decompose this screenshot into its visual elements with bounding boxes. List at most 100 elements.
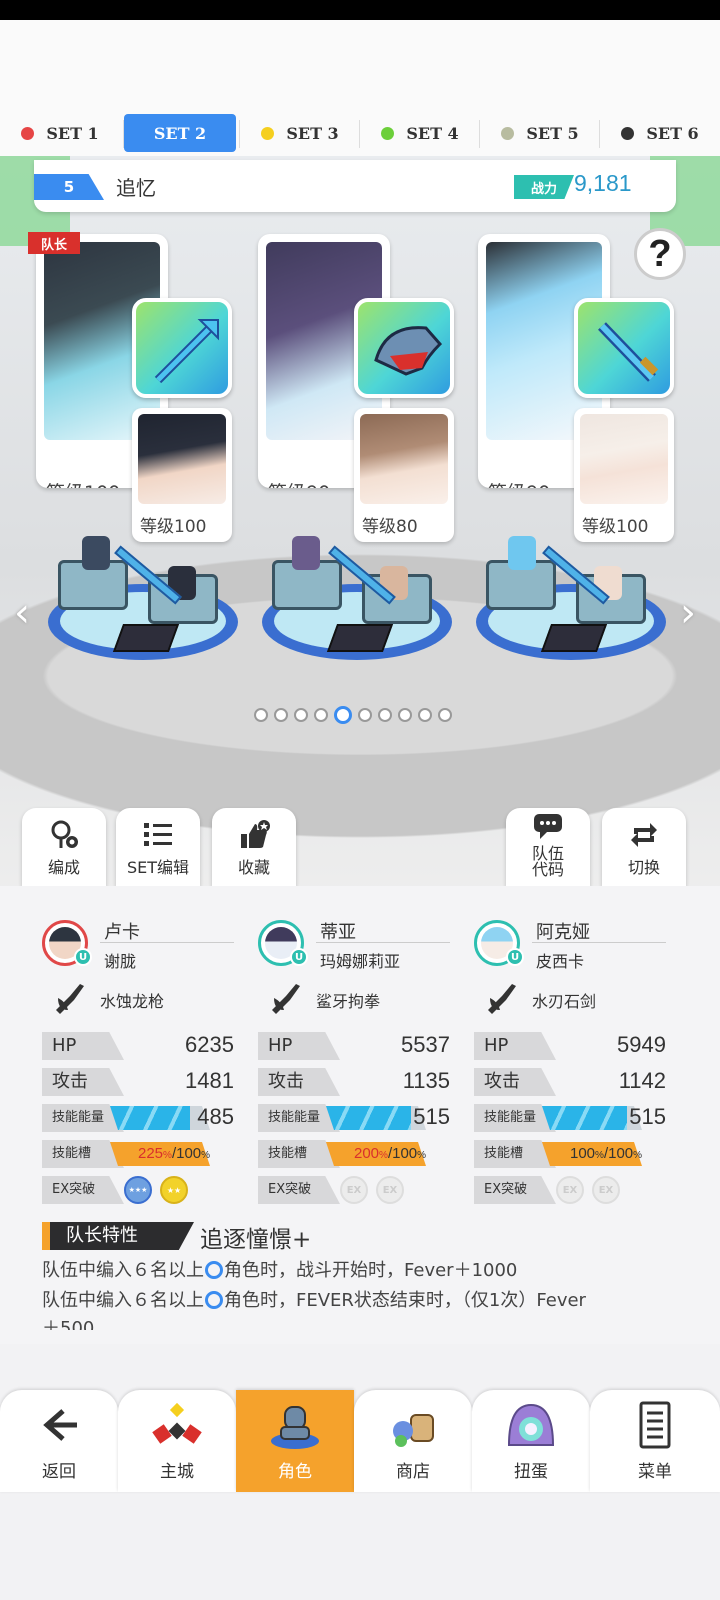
skill-energy-fill [110,1106,190,1130]
switch-arrows-icon [631,823,657,847]
character-name: 阿克娅 [536,922,590,943]
page-dot[interactable] [358,708,372,722]
unison-icon: U [74,948,92,966]
set-3-dot-icon [261,126,275,140]
nav-menu[interactable]: 菜单 [590,1390,720,1492]
tab-label: SET 1 [46,123,99,143]
slot-current: 100 [570,1145,596,1162]
attack-value: 1142 [618,1068,666,1093]
skill-slot-value: 100%/100% [570,1145,642,1162]
tab-set-5[interactable]: SET 5 [479,114,600,152]
character-level: 等级90 [488,478,550,488]
tab-label: SET 4 [406,123,459,143]
skill-slot-value: 225%/100% [138,1145,210,1162]
sub-character-card-1[interactable]: 等级100 [132,408,232,542]
ex-badge-icon[interactable]: EX [376,1176,404,1204]
page-dot[interactable] [418,708,432,722]
sub-character-name: 玛姆娜莉亚 [320,952,401,971]
ex-badge-icon[interactable]: EX [340,1176,368,1204]
thumbs-up-star-icon [241,820,270,848]
page-dot[interactable] [294,708,308,722]
switch-button[interactable]: 切换 [602,808,686,886]
character-name: 蒂亚 [320,922,356,943]
set-tabs: SET 1 SET 2 SET 3 SET 4 SET 5 SET 6 [0,110,720,156]
weapon-slot-2[interactable] [354,298,454,398]
page-dot[interactable] [398,708,412,722]
favorite-button[interactable]: 收藏 [212,808,296,886]
team-code-button[interactable]: 队伍 代码 [506,808,590,886]
ex-badge-icon[interactable]: EX [592,1176,620,1204]
leader-text: 角色时，FEVER状态结束时，（仅1次）Fever [224,1290,586,1311]
tab-set-3[interactable]: SET 3 [239,114,360,152]
prev-team-arrow-icon[interactable]: ‹ [14,590,30,636]
attack-row: 攻击 1135 [258,1068,450,1096]
character-level: 等级90 [268,478,330,488]
skill-slot-value: 200%/100% [354,1145,426,1162]
formation-button[interactable]: 编成 [22,808,106,886]
weapon-slot-3[interactable] [574,298,674,398]
tab-set-4[interactable]: SET 4 [359,114,480,152]
list-icon [144,823,172,846]
tab-set-1[interactable]: SET 1 [0,114,120,152]
sub-character-level: 等级80 [362,517,418,537]
nav-gacha[interactable]: 扭蛋 [472,1390,590,1492]
skill-energy-row: 技能能量 515 [258,1104,450,1132]
hp-row: HP 6235 [42,1032,234,1060]
slot-max: /100 [603,1145,634,1162]
page-dot[interactable] [314,708,328,722]
set-edit-button[interactable]: SET编辑 [116,808,200,886]
slot-current: 225 [138,1145,164,1162]
skill-slot-row: 技能槽 200%/100% [258,1140,450,1168]
pedestal-1[interactable] [48,536,238,660]
attack-label: 攻击 [258,1068,340,1096]
bottom-nav: 返回 主城 角色 商店 扭蛋 菜单 [0,1390,720,1492]
pixel-character-icon [292,536,320,570]
nav-character[interactable]: 角色 [236,1390,354,1492]
skill-slot-row: 技能槽 225%/100% [42,1140,234,1168]
ex-badge-icon[interactable]: ★★★ [124,1176,152,1204]
leader-skill-title: 追逐憧憬+ [200,1227,312,1253]
tab-set-6[interactable]: SET 6 [599,114,720,152]
slot-max-unit: % [201,1150,211,1161]
page-dot[interactable] [438,708,452,722]
team-name[interactable]: 追忆 [116,172,156,201]
slot-current: 200 [354,1145,380,1162]
sub-character-name: 谢胧 [104,952,137,971]
pedestal-3[interactable] [476,536,666,660]
help-button[interactable]: ? [634,228,686,280]
attack-label: 攻击 [474,1068,556,1096]
formation-gear-icon [51,820,78,848]
stone-sword-icon [598,322,659,382]
attack-label: 攻击 [42,1068,124,1096]
weapon-slot-1[interactable] [132,298,232,398]
slot-max-unit: % [633,1150,643,1161]
set-4-dot-icon [381,126,395,140]
leader-tag: 队长 [28,232,80,254]
nav-back[interactable]: 返回 [0,1390,118,1492]
team-code-label: 队伍 代码 [531,844,564,879]
sub-character-portrait [138,414,226,504]
weapon-type-icon [272,984,300,1014]
ex-badge-icon[interactable]: ★★ [160,1176,188,1204]
page-dot[interactable] [378,708,392,722]
tab-set-2[interactable]: SET 2 [123,114,236,152]
castle-icon [152,1402,202,1444]
nav-label: 菜单 [638,1462,672,1482]
top-blank-area [0,20,720,110]
pedestal-2[interactable] [262,536,452,660]
team-number: 5 [34,174,104,200]
nav-castle[interactable]: 主城 [118,1390,236,1492]
nav-shop[interactable]: 商店 [354,1390,472,1492]
sub-character-card-2[interactable]: 等级80 [354,408,454,542]
sub-character-card-3[interactable]: 等级100 [574,408,674,542]
pixel-character-icon [508,536,536,570]
menu-icon [639,1401,671,1449]
page-dot[interactable] [274,708,288,722]
ex-badge-icon[interactable]: EX [556,1176,584,1204]
next-team-arrow-icon[interactable]: › [680,590,696,636]
slot-unit: % [379,1150,388,1161]
nav-label: 角色 [278,1462,312,1482]
trident-icon [154,319,219,384]
page-dot[interactable] [254,708,268,722]
page-dot-active[interactable] [334,706,352,724]
